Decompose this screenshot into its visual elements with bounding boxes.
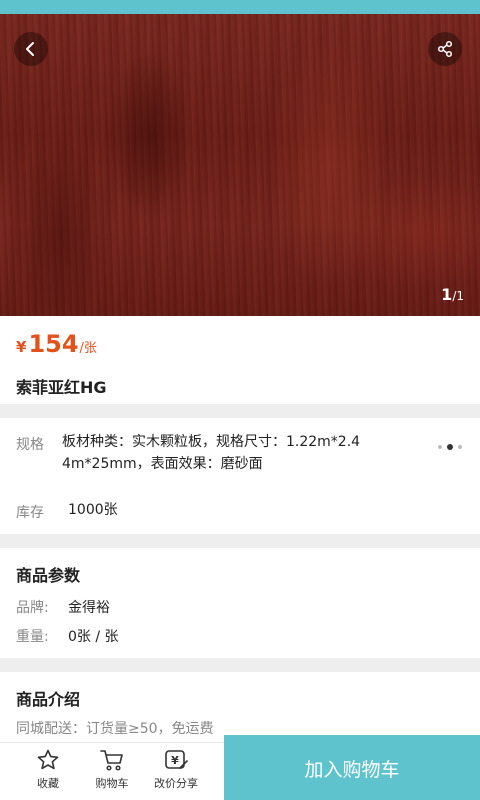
params-title: 商品参数 <box>16 566 81 585</box>
favorite-button[interactable]: 收藏 <box>18 748 78 791</box>
cart-icon <box>100 750 123 771</box>
intro-title: 商品介绍 <box>16 690 81 709</box>
dot-active <box>447 444 453 450</box>
weight-value: 0张 / 张 <box>68 629 119 645</box>
brand-label: 品牌: <box>16 600 49 616</box>
params-card: 商品参数 品牌: 金得裕 重量: 0张 / 张 <box>0 548 480 658</box>
spec-card[interactable]: 规格 板材种类：实木颗粒板，规格尺寸：1.22m*2.4 4m*25mm，表面效… <box>0 418 480 534</box>
price-share-button[interactable]: ¥ 改价分享 <box>146 748 206 791</box>
price-card: ¥ 154 /张 索菲亚红HG <box>0 316 480 404</box>
price-tag-icon: ¥ <box>165 750 188 769</box>
share-icon <box>437 40 453 58</box>
status-strip <box>0 0 480 14</box>
brand-value: 金得裕 <box>68 600 110 616</box>
stock-label: 库存 <box>16 505 44 521</box>
product-title: 索菲亚红HG <box>16 378 107 397</box>
product-image-carousel[interactable]: 1/1 <box>0 14 480 316</box>
favorite-label: 收藏 <box>37 777 59 790</box>
cart-label: 购物车 <box>95 777 129 790</box>
more-dots-icon[interactable] <box>438 444 462 450</box>
price-unit: /张 <box>79 341 97 356</box>
image-counter: 1/1 <box>441 285 464 304</box>
intro-card: 商品介绍 同城配送：订货量≥50，免运费 <box>0 672 480 742</box>
dot <box>438 445 442 449</box>
product-detail-page: 1/1 ¥ 154 /张 索菲亚红HG 规格 板材种类：实木颗粒板，规格尺寸：1… <box>0 0 480 800</box>
weight-label: 重量: <box>16 629 49 645</box>
spec-label: 规格 <box>16 437 44 453</box>
star-icon <box>37 749 59 770</box>
price-value: 154 <box>28 330 79 358</box>
price-currency: ¥ <box>16 338 27 356</box>
price: ¥ 154 /张 <box>16 330 97 358</box>
share-button[interactable] <box>428 32 462 66</box>
back-arrow-icon <box>26 42 34 56</box>
svg-text:¥: ¥ <box>171 754 179 767</box>
image-counter-total: /1 <box>452 289 464 303</box>
image-counter-current: 1 <box>441 285 453 304</box>
intro-text: 同城配送：订货量≥50，免运费 <box>16 721 214 737</box>
price-share-label: 改价分享 <box>154 777 198 790</box>
back-button[interactable] <box>14 32 48 66</box>
stock-value: 1000张 <box>68 502 118 518</box>
add-to-cart-button[interactable]: 加入购物车 <box>224 735 480 800</box>
spec-value-line-2: 4m*25mm，表面效果：磨砂面 <box>62 456 263 472</box>
bottom-action-bar: 收藏 购物车 ¥ 改价分享 加入购物车 <box>0 735 480 800</box>
cart-button[interactable]: 购物车 <box>82 748 142 791</box>
spec-value-line-1: 板材种类：实木颗粒板，规格尺寸：1.22m*2.4 <box>62 434 361 450</box>
dot <box>458 445 462 449</box>
